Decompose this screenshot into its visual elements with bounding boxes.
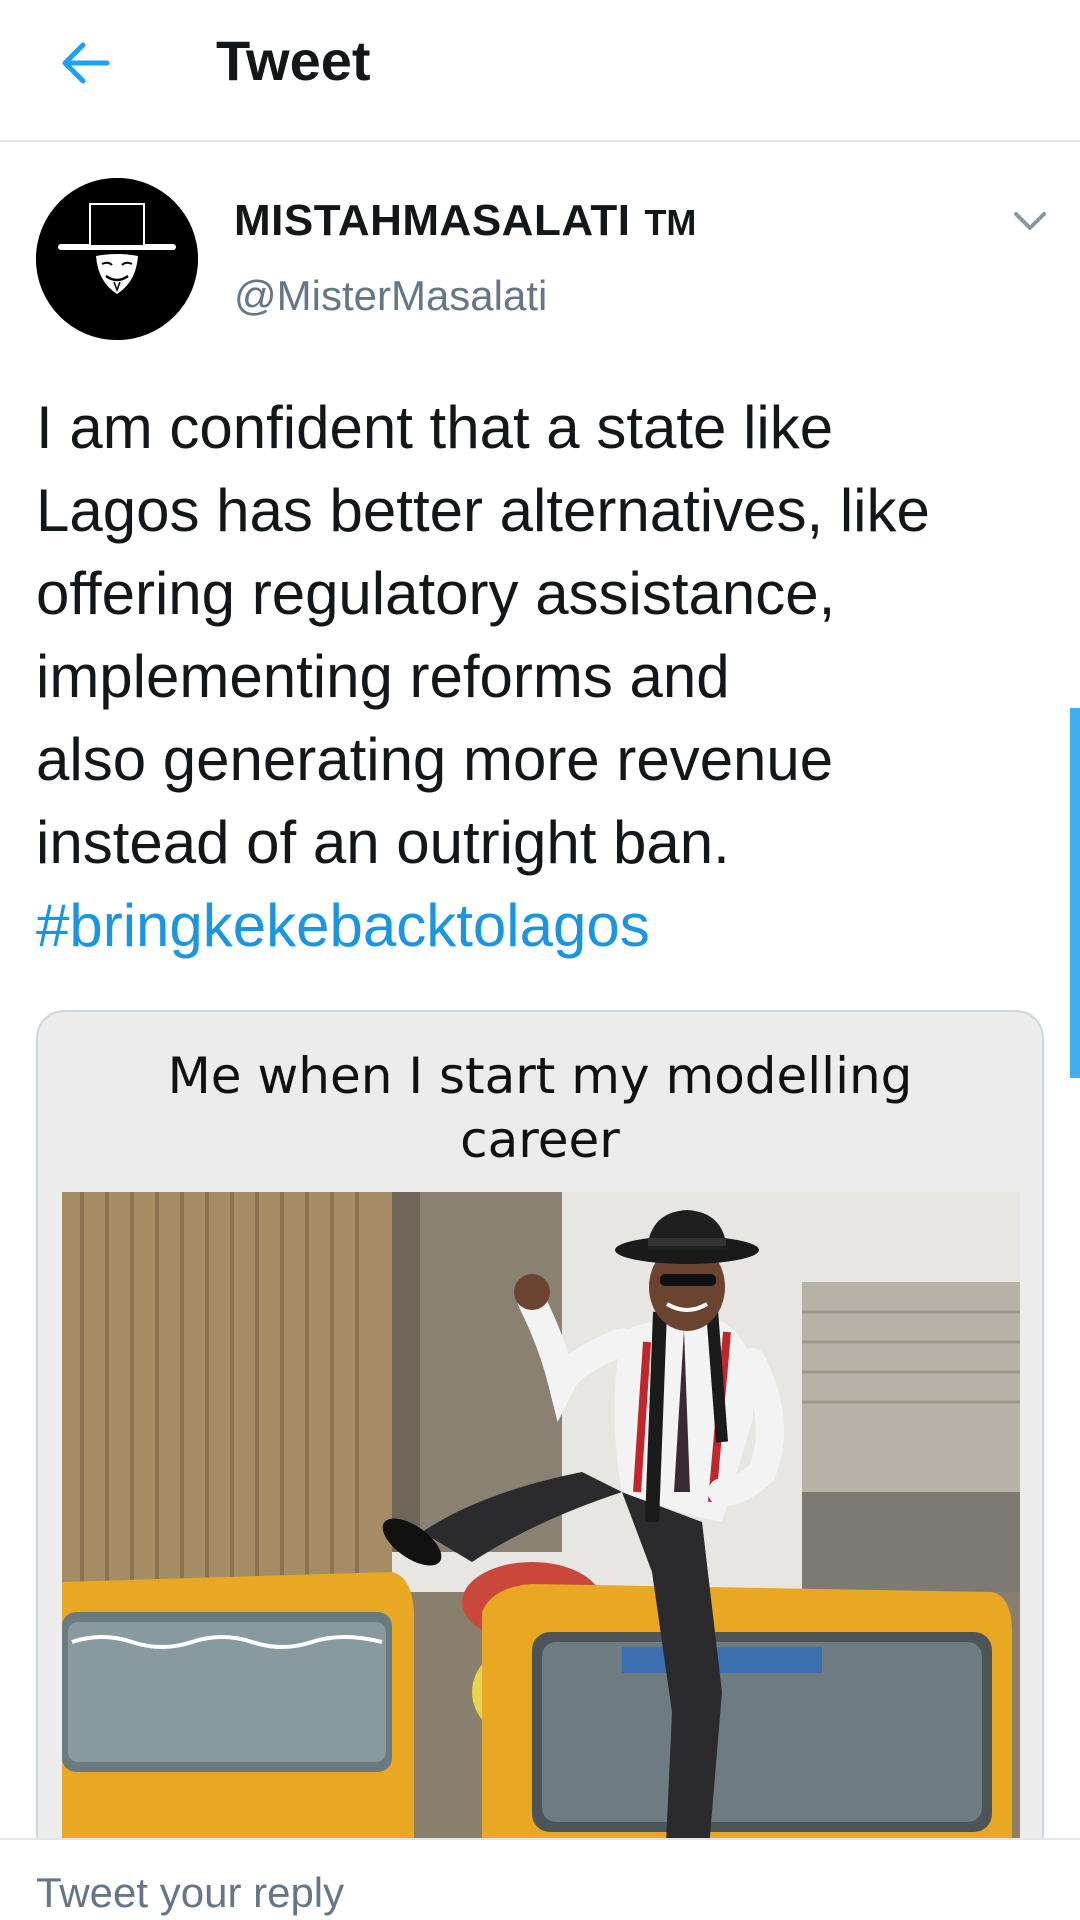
tweet-text-line: also generating more revenue [36, 726, 834, 793]
arrow-left-icon [62, 42, 110, 84]
top-app-bar: Tweet [0, 0, 1080, 142]
tweet-menu-button[interactable] [1008, 204, 1052, 240]
author-name-row[interactable]: MISTAHMASALATI TM [234, 196, 696, 246]
tweet-media[interactable]: Me when I start my modelling career [36, 1010, 1044, 1910]
reply-bar [0, 1838, 1080, 1920]
chevron-down-icon [1014, 212, 1046, 230]
meme-caption-line: career [460, 1111, 620, 1169]
hashtag-link[interactable]: #bringkekebacktolagos [36, 884, 1046, 967]
reply-input[interactable] [36, 1858, 1036, 1920]
avatar[interactable] [36, 178, 198, 340]
meme-caption: Me when I start my modelling career [38, 1044, 1042, 1172]
hat-mask-avatar [36, 178, 198, 340]
author-handle[interactable]: @MisterMasalati [234, 272, 547, 320]
tweet-text-line: I am confident that a state like [36, 394, 834, 461]
meme-photo-illustration [62, 1192, 1020, 1908]
meme-caption-line: Me when I start my modelling [167, 1047, 913, 1105]
tweet-text: I am confident that a state like Lagos h… [36, 386, 1046, 967]
scrollbar-thumb[interactable] [1070, 708, 1080, 1078]
meme-photo [62, 1192, 1020, 1908]
back-button[interactable] [50, 28, 120, 98]
page-title: Tweet [216, 29, 371, 92]
display-name: MISTAHMASALATI [234, 196, 631, 245]
tweet-text-line: instead of an outright ban. [36, 809, 730, 876]
tweet-text-line: Lagos has better alternatives, like [36, 477, 930, 544]
trademark-label: TM [644, 202, 697, 243]
tweet-text-line: implementing reforms and [36, 643, 730, 710]
tweet-text-line: offering regulatory assistance, [36, 560, 836, 627]
